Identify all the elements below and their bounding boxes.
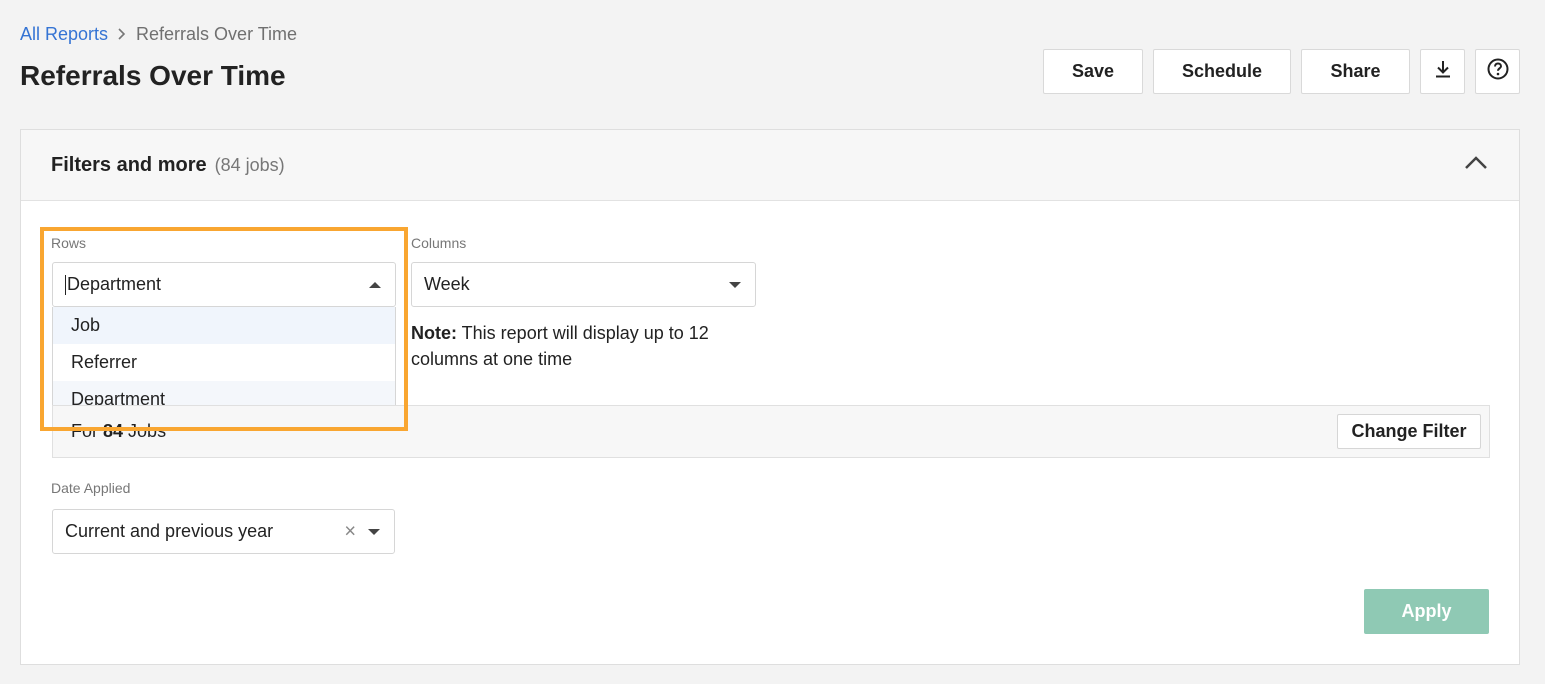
chevron-right-icon [118, 27, 126, 43]
filters-job-count: (84 jobs) [214, 154, 285, 175]
breadcrumb-current: Referrals Over Time [136, 24, 298, 44]
caret-down-icon [729, 281, 741, 288]
rows-select-value: Department [67, 274, 162, 294]
breadcrumb-all-reports-link[interactable]: All Reports [20, 24, 108, 45]
breadcrumb: All Reports Referrals Over Time [20, 24, 297, 45]
job-filter-count: 84 [103, 421, 124, 441]
chevron-up-icon[interactable] [1463, 150, 1489, 176]
rows-select[interactable]: Department [52, 262, 396, 307]
filters-panel-header[interactable]: Filters and more (84 jobs) [21, 130, 1519, 201]
apply-button[interactable]: Apply [1364, 589, 1489, 634]
caret-down-icon [368, 528, 380, 535]
date-applied-label: Date Applied [51, 480, 131, 496]
change-filter-button[interactable]: Change Filter [1337, 414, 1481, 449]
filters-title: Filters and more [51, 153, 207, 176]
rows-label: Rows [51, 235, 87, 251]
rows-dropdown-menu: Job Referrer Department [52, 307, 396, 419]
job-filter-bar: For 84 Jobs Change Filter [52, 405, 1490, 458]
share-button[interactable]: Share [1301, 49, 1410, 94]
download-icon [1433, 59, 1453, 84]
job-filter-suffix: Jobs [123, 421, 167, 441]
columns-select-value: Week [424, 274, 470, 294]
save-button[interactable]: Save [1043, 49, 1143, 94]
caret-up-icon [369, 281, 381, 288]
clear-icon[interactable]: × [344, 520, 356, 543]
toolbar: Save Schedule Share [1043, 49, 1520, 94]
columns-select[interactable]: Week [411, 262, 756, 307]
page-title: Referrals Over Time [20, 60, 286, 91]
rows-option-job[interactable]: Job [53, 307, 395, 344]
note-label: Note: [411, 323, 457, 343]
download-button[interactable] [1420, 49, 1465, 94]
columns-label: Columns [411, 235, 467, 251]
rows-option-referrer[interactable]: Referrer [53, 344, 395, 381]
date-applied-select[interactable]: Current and previous year × [52, 509, 395, 554]
schedule-button[interactable]: Schedule [1153, 49, 1291, 94]
job-filter-prefix: For [71, 421, 104, 441]
help-button[interactable] [1475, 49, 1520, 94]
filters-panel: Filters and more (84 jobs) Rows Departme… [20, 129, 1520, 665]
help-icon [1487, 58, 1509, 85]
date-applied-value: Current and previous year [65, 521, 274, 541]
columns-note: Note: This report will display up to 12 … [411, 320, 751, 372]
text-cursor [65, 274, 66, 295]
